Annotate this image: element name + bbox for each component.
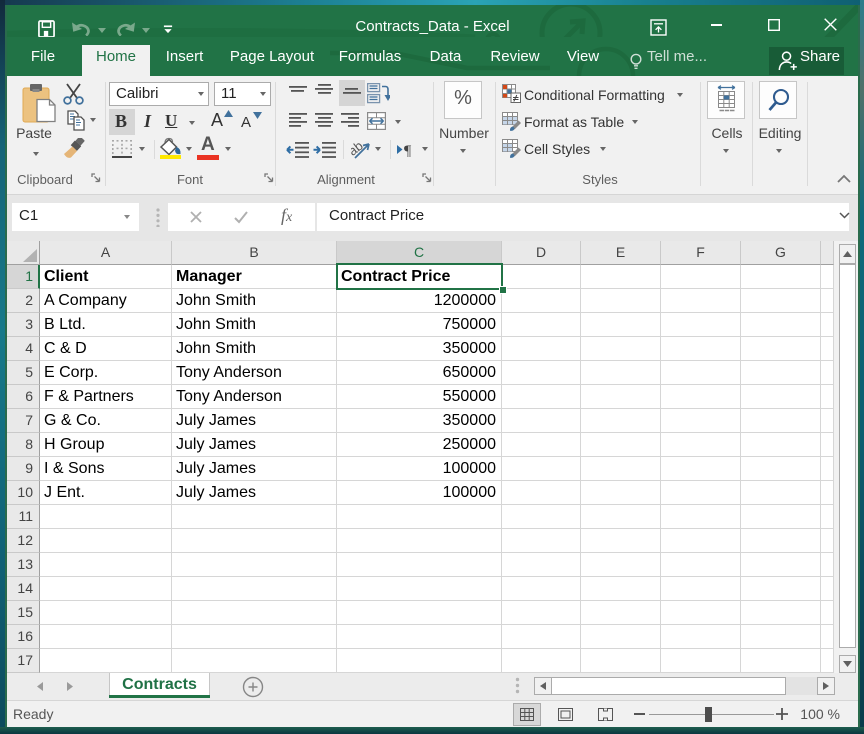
- svg-text:¶: ¶: [404, 143, 412, 157]
